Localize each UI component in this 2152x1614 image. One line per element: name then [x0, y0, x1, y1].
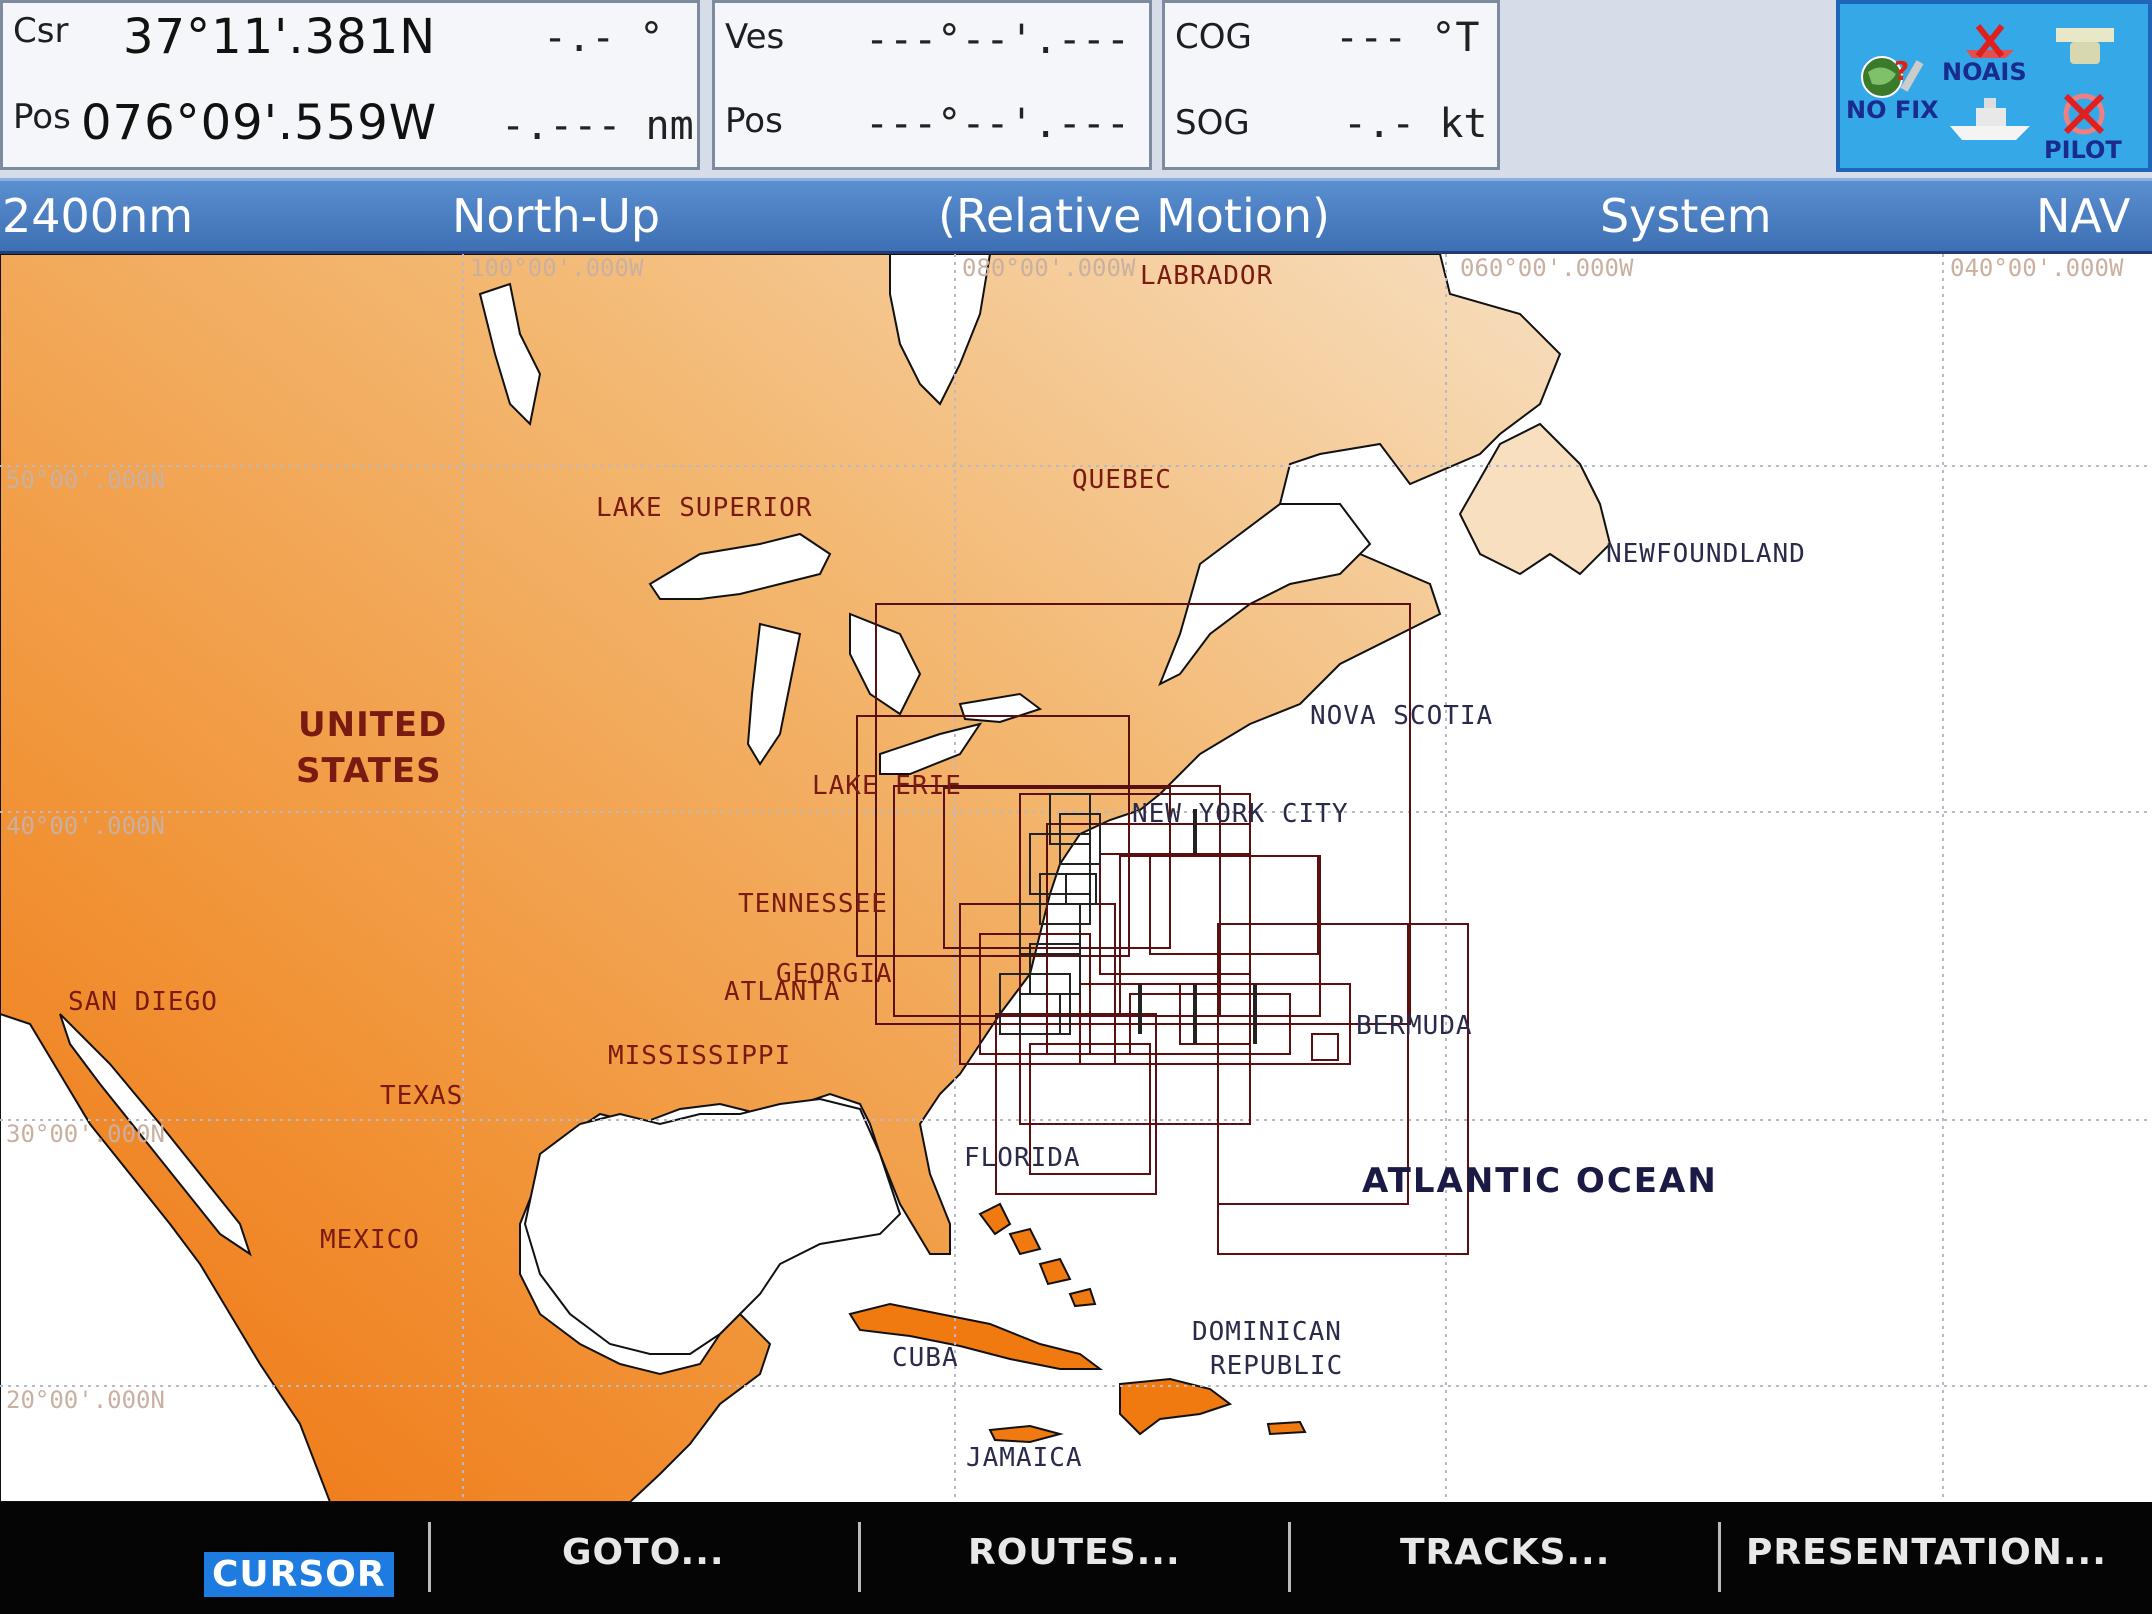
vessel-pos-label: Pos — [725, 101, 783, 141]
cursor-bearing: -.- ° — [543, 15, 664, 61]
label-states: STATES — [296, 751, 442, 791]
softkey-goto[interactable]: GOTO... — [562, 1532, 725, 1573]
label-lake-erie: LAKE ERIE — [812, 771, 962, 801]
autopilot-disabled-icon — [2063, 93, 2105, 135]
grid-lon-040w: 040°00'.000W — [1950, 254, 2124, 282]
label-atlantic-ocean: ATLANTIC OCEAN — [1362, 1161, 1718, 1201]
orientation-mode[interactable]: North-Up — [452, 189, 660, 243]
vessel-position-box[interactable]: Ves ---°--'.--- Pos ---°--'.--- — [712, 0, 1152, 170]
label-united: UNITED — [298, 705, 447, 745]
softkey-divider — [858, 1522, 861, 1592]
gps-globe-icon: ? — [1861, 56, 1924, 98]
label-san-diego: SAN DIEGO — [68, 987, 218, 1017]
grid-lon-080w: 080°00'.000W — [962, 254, 1136, 282]
label-florida: FLORIDA — [964, 1143, 1081, 1173]
course-speed-box[interactable]: COG --- °T SOG -.- kt — [1162, 0, 1500, 170]
label-lake-superior: LAKE SUPERIOR — [596, 493, 813, 523]
grid-lat-30n: 30°00'.000N — [6, 1120, 165, 1148]
label-new-york-city: NEW YORK CITY — [1132, 799, 1349, 829]
cursor-range: -.--- nm — [501, 103, 694, 149]
vessel-label: Ves — [725, 17, 785, 57]
cursor-longitude: 076°09'.559W — [81, 95, 438, 151]
radar-antenna-icon — [2056, 28, 2114, 64]
softkey-cursor[interactable]: CURSOR — [204, 1552, 394, 1597]
label-quebec: QUEBEC — [1072, 465, 1172, 495]
label-labrador: LABRADOR — [1140, 261, 1273, 291]
motion-mode[interactable]: (Relative Motion) — [938, 189, 1330, 243]
chart-canvas[interactable]: 100°00'.000W 080°00'.000W 060°00'.000W 0… — [0, 254, 2152, 1502]
softkey-divider — [1288, 1522, 1291, 1592]
ais-disabled-icon — [1966, 24, 2014, 58]
softkey-presentation[interactable]: PRESENTATION... — [1746, 1532, 2107, 1573]
sog-value: -.- kt — [1343, 101, 1488, 147]
puerto-rico-land — [1266, 1420, 1307, 1436]
land-north-america — [0, 254, 1562, 1502]
label-nova-scotia: NOVA SCOTIA — [1310, 701, 1493, 731]
softkey-bar: CURSOR GOTO... ROUTES... TRACKS... PRESE… — [0, 1502, 2152, 1614]
grid-lat-40n: 40°00'.000N — [6, 812, 165, 840]
label-mississippi: MISSISSIPPI — [608, 1041, 791, 1071]
label-jamaica: JAMAICA — [966, 1443, 1083, 1473]
vessel-latitude: ---°--'.--- — [865, 17, 1130, 63]
chart-mode-bar: 2400nm North-Up (Relative Motion) System… — [0, 178, 2152, 254]
range-scale[interactable]: 2400nm — [2, 189, 193, 243]
pilot-status-text: PILOT — [2044, 136, 2122, 164]
label-newfoundland: NEWFOUNDLAND — [1606, 539, 1806, 569]
grid-lat-50n: 50°00'.000N — [6, 466, 165, 494]
label-atlanta: ATLANTA — [724, 977, 841, 1007]
cursor-pos-label: Pos — [13, 97, 71, 137]
label-cuba: CUBA — [892, 1343, 959, 1373]
label-republic: REPUBLIC — [1210, 1351, 1343, 1381]
cog-value: --- °T — [1335, 15, 1480, 61]
cursor-label: Csr — [13, 11, 69, 51]
label-tennessee: TENNESSEE — [738, 889, 888, 919]
bahamas-islands — [978, 1202, 1097, 1308]
softkey-tracks[interactable]: TRACKS... — [1400, 1532, 1610, 1573]
nav-mode[interactable]: NAV — [2036, 189, 2130, 243]
sog-label: SOG — [1175, 103, 1250, 143]
cuba-land — [848, 1302, 1103, 1370]
gulf-of-mexico — [523, 1097, 902, 1355]
hispaniola-land — [1119, 1377, 1233, 1436]
label-mexico: MEXICO — [320, 1225, 420, 1255]
gps-status-text: NO FIX — [1846, 96, 1939, 124]
label-bermuda: BERMUDA — [1356, 1011, 1473, 1041]
cog-label: COG — [1175, 17, 1252, 57]
jamaica-land — [988, 1424, 1064, 1444]
vessel-longitude: ---°--'.--- — [865, 101, 1130, 147]
grid-lat-20n: 20°00'.000N — [6, 1386, 165, 1414]
boat-icon — [1950, 98, 2030, 140]
ais-status-text: NOAIS — [1942, 58, 2027, 86]
cursor-position-box[interactable]: Csr 37°11'.381N -.- ° Pos 076°09'.559W -… — [0, 0, 700, 170]
data-panel: Csr 37°11'.381N -.- ° Pos 076°09'.559W -… — [0, 0, 2152, 178]
grid-lon-060w: 060°00'.000W — [1460, 254, 1634, 282]
label-texas: TEXAS — [380, 1081, 463, 1111]
softkey-divider — [1718, 1522, 1721, 1592]
softkey-divider — [428, 1522, 431, 1592]
status-indicators[interactable]: ? NO FIX NOAIS PILOT — [1836, 0, 2152, 172]
system-menu[interactable]: System — [1600, 189, 1772, 243]
softkey-routes[interactable]: ROUTES... — [968, 1532, 1181, 1573]
cursor-latitude: 37°11'.381N — [123, 9, 437, 65]
grid-lon-100w: 100°00'.000W — [470, 254, 644, 282]
chart-display[interactable]: 100°00'.000W 080°00'.000W 060°00'.000W 0… — [0, 254, 2152, 1502]
label-dominican: DOMINICAN — [1192, 1317, 1342, 1347]
